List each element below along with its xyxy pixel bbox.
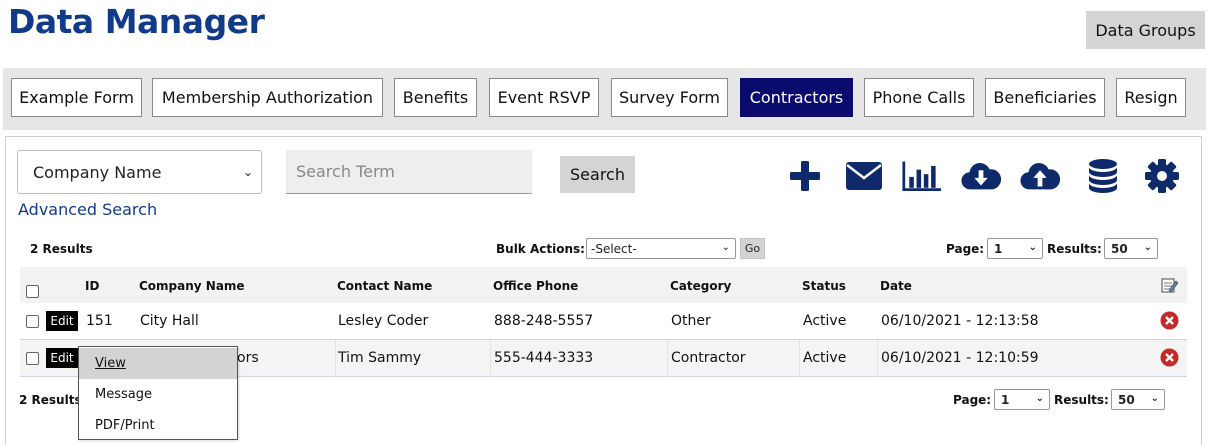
tab-resign[interactable]: Resign <box>1116 78 1186 117</box>
results-per-page-value: 50 <box>1111 241 1128 256</box>
cell-contact: Lesley Coder <box>338 313 429 329</box>
menu-item-view[interactable]: View <box>79 348 237 379</box>
gear-icon[interactable] <box>1142 156 1182 196</box>
tab-event-rsvp[interactable]: Event RSVP <box>489 78 599 117</box>
delete-icon[interactable] <box>1160 348 1179 367</box>
menu-item-pdf-print[interactable]: PDF/Print <box>79 410 237 441</box>
search-field-value: Company Name <box>33 162 162 182</box>
chevron-down-icon: ⌄ <box>1150 393 1159 404</box>
cell-company: ors <box>237 350 259 366</box>
page-title: Data Manager <box>8 2 265 41</box>
tab-survey-form[interactable]: Survey Form <box>611 78 728 117</box>
page-value: 1 <box>994 241 1003 256</box>
cloud-upload-icon[interactable] <box>1020 156 1060 196</box>
search-button[interactable]: Search <box>560 156 635 193</box>
menu-item-message[interactable]: Message <box>79 379 237 410</box>
edit-dropdown-menu: View Message PDF/Print <box>78 346 238 440</box>
chevron-down-icon: ⌄ <box>242 165 253 179</box>
results-count: 2 Results <box>19 393 82 407</box>
row-checkbox[interactable] <box>26 352 39 365</box>
column-header-category[interactable]: Category <box>670 279 731 293</box>
column-divider <box>490 340 491 377</box>
delete-icon[interactable] <box>1160 311 1179 330</box>
tab-phone-calls[interactable]: Phone Calls <box>864 78 974 117</box>
results-per-page-value: 50 <box>1118 392 1135 407</box>
tab-benefits[interactable]: Benefits <box>394 78 477 117</box>
chevron-down-icon: ⌄ <box>1035 393 1044 404</box>
column-header-phone[interactable]: Office Phone <box>493 279 578 293</box>
tab-example-form[interactable]: Example Form <box>11 78 142 117</box>
edit-columns-icon[interactable] <box>1161 277 1179 294</box>
column-divider <box>335 340 336 377</box>
search-input[interactable] <box>286 150 532 194</box>
tab-membership-authorization[interactable]: Membership Authorization <box>152 78 383 117</box>
cell-status: Active <box>803 313 847 329</box>
page-select[interactable]: 1 ⌄ <box>994 389 1050 410</box>
page-select[interactable]: 1 ⌄ <box>987 238 1043 259</box>
bulk-actions-label: Bulk Actions: <box>496 242 585 256</box>
table-row[interactable]: Edit 151 City Hall Lesley Coder 888-248-… <box>20 303 1187 340</box>
search-field-select[interactable]: Company Name ⌄ <box>17 150 262 194</box>
chevron-down-icon: ⌄ <box>721 242 730 253</box>
column-header-contact[interactable]: Contact Name <box>337 279 432 293</box>
page-label: Page: <box>946 242 985 256</box>
go-button[interactable]: Go <box>740 238 765 259</box>
table-header: ID Company Name Contact Name Office Phon… <box>20 267 1187 303</box>
edit-button[interactable]: Edit <box>46 311 78 331</box>
results-per-page-label: Results: <box>1054 393 1109 407</box>
edit-button[interactable]: Edit <box>46 348 78 368</box>
cell-phone: 555-444-3333 <box>494 350 594 366</box>
cell-id: 151 <box>86 313 113 329</box>
page-label: Page: <box>953 393 992 407</box>
cell-date: 06/10/2021 - 12:10:59 <box>881 350 1039 366</box>
cell-category: Other <box>671 313 711 329</box>
advanced-search-link[interactable]: Advanced Search <box>18 200 157 219</box>
tab-contractors[interactable]: Contractors <box>740 78 853 117</box>
column-divider <box>799 340 800 377</box>
form-tab-bar: Example Form Membership Authorization Be… <box>3 68 1206 130</box>
column-divider <box>667 340 668 377</box>
column-header-id[interactable]: ID <box>85 279 99 293</box>
results-count: 2 Results <box>30 242 93 256</box>
cell-category: Contractor <box>671 350 746 366</box>
page-value: 1 <box>1001 392 1010 407</box>
cell-status: Active <box>803 350 847 366</box>
column-header-status[interactable]: Status <box>802 279 846 293</box>
bulk-actions-select[interactable]: -Select- ⌄ <box>586 238 736 259</box>
bar-chart-icon[interactable] <box>902 156 942 196</box>
column-divider <box>877 340 878 377</box>
bulk-actions-value: -Select- <box>591 241 637 256</box>
results-per-page-label: Results: <box>1047 242 1102 256</box>
cell-date: 06/10/2021 - 12:13:58 <box>881 313 1039 329</box>
tab-beneficiaries[interactable]: Beneficiaries <box>985 78 1105 117</box>
envelope-icon[interactable] <box>844 156 884 196</box>
add-icon[interactable] <box>785 156 825 196</box>
cloud-download-icon[interactable] <box>961 156 1001 196</box>
cell-phone: 888-248-5557 <box>494 313 594 329</box>
row-checkbox[interactable] <box>26 315 39 328</box>
results-per-page-select[interactable]: 50 ⌄ <box>1104 238 1158 259</box>
database-icon[interactable] <box>1083 156 1123 196</box>
cell-contact: Tim Sammy <box>338 350 422 366</box>
data-groups-button[interactable]: Data Groups <box>1086 11 1205 49</box>
results-per-page-select[interactable]: 50 ⌄ <box>1111 389 1165 410</box>
select-all-checkbox[interactable] <box>26 285 39 298</box>
chevron-down-icon: ⌄ <box>1028 242 1037 253</box>
cell-company: City Hall <box>140 313 199 329</box>
column-header-company[interactable]: Company Name <box>139 279 245 293</box>
column-header-date[interactable]: Date <box>880 279 912 293</box>
chevron-down-icon: ⌄ <box>1143 242 1152 253</box>
